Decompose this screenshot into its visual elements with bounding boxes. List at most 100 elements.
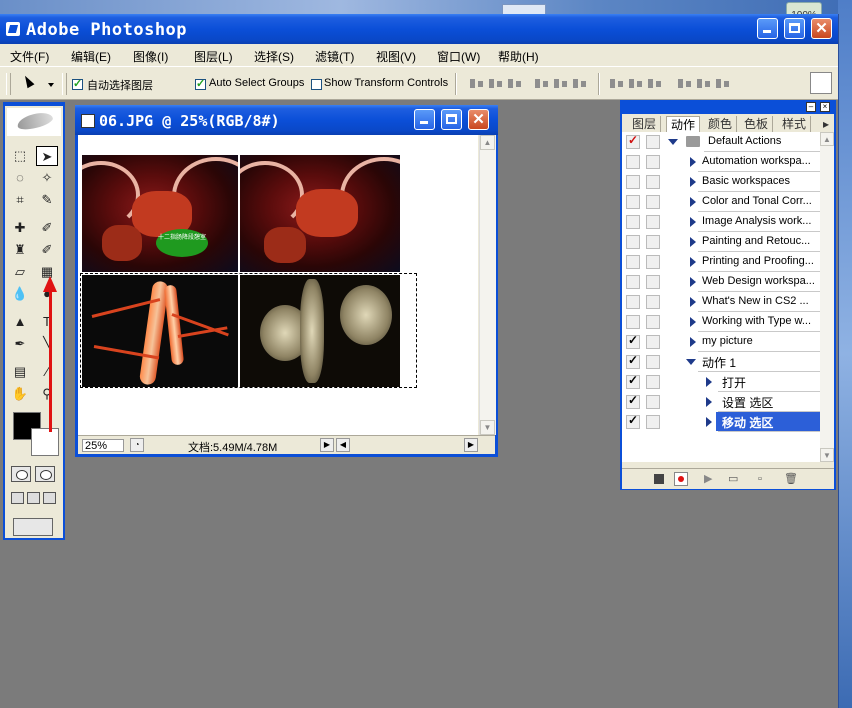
dialog-toggle-checkbox[interactable]	[646, 215, 660, 229]
action-row[interactable]: 打开	[622, 372, 820, 393]
doc-close-button[interactable]: ✕	[468, 109, 489, 130]
toolbox-header[interactable]	[7, 108, 61, 136]
expand-triangle-icon[interactable]	[690, 297, 696, 307]
scroll-down-button[interactable]: ▼	[480, 420, 495, 435]
eyedropper-tool[interactable]: ⁄	[36, 362, 58, 382]
align-top-icon[interactable]	[468, 77, 486, 91]
notes-tool[interactable]: ▤	[9, 362, 31, 382]
action-toggle-checkbox[interactable]	[626, 175, 640, 189]
document-canvas[interactable]: 十二指肠降段憩室	[78, 135, 478, 435]
play-icon[interactable]: ▶	[704, 472, 718, 486]
move-tool[interactable]: ➤	[36, 146, 58, 166]
eraser-tool[interactable]: ▱	[9, 262, 31, 282]
quick-mask-button[interactable]	[35, 466, 55, 482]
expand-triangle-icon[interactable]	[690, 197, 696, 207]
tab-swatches[interactable]: 色板	[740, 116, 774, 132]
action-row[interactable]: 移动 选区	[622, 412, 820, 433]
dialog-toggle-checkbox[interactable]	[646, 395, 660, 409]
doc-minimize-button[interactable]	[414, 109, 435, 130]
menu-filter[interactable]: 滤镜(T)	[315, 48, 354, 65]
expand-triangle-icon[interactable]	[690, 177, 696, 187]
scroll-right-button[interactable]: ▶	[464, 438, 478, 452]
menu-edit[interactable]: 编辑(E)	[71, 48, 111, 65]
action-row[interactable]: Printing and Proofing...	[622, 252, 820, 273]
action-toggle-checkbox[interactable]	[626, 295, 640, 309]
doc-maximize-button[interactable]	[441, 109, 462, 130]
standard-screen-button[interactable]	[11, 492, 24, 504]
tool-preset-picker[interactable]	[21, 73, 56, 93]
full-screen-button[interactable]	[43, 492, 56, 504]
pen-tool[interactable]: ✒	[9, 334, 31, 354]
maximize-button[interactable]	[784, 18, 805, 39]
expand-triangle-icon[interactable]	[706, 377, 712, 387]
action-toggle-checkbox[interactable]	[626, 195, 640, 209]
dialog-toggle-checkbox[interactable]	[646, 295, 660, 309]
distribute-right-icon[interactable]	[714, 77, 732, 91]
distribute-left-icon[interactable]	[676, 77, 694, 91]
menu-layer[interactable]: 图层(L)	[194, 48, 233, 65]
menu-image[interactable]: 图像(I)	[133, 48, 168, 65]
action-toggle-checkbox[interactable]	[626, 393, 640, 409]
action-toggle-checkbox[interactable]	[626, 353, 640, 369]
action-toggle-checkbox[interactable]	[626, 133, 640, 149]
action-row[interactable]: Default Actions	[622, 132, 820, 153]
action-row[interactable]: Working with Type w...	[622, 312, 820, 333]
expand-triangle-icon[interactable]	[706, 397, 712, 407]
action-toggle-checkbox[interactable]	[626, 315, 640, 329]
panel-vertical-scrollbar[interactable]: ▲ ▼	[820, 132, 834, 462]
action-row[interactable]: Automation workspa...	[622, 152, 820, 173]
menu-window[interactable]: 窗口(W)	[437, 48, 480, 65]
action-toggle-checkbox[interactable]	[626, 235, 640, 249]
document-vertical-scrollbar[interactable]: ▲ ▼	[479, 135, 496, 435]
distribute-hcenter-icon[interactable]	[695, 77, 713, 91]
options-grip[interactable]	[6, 73, 11, 95]
action-row[interactable]: Color and Tonal Corr...	[622, 192, 820, 213]
dialog-toggle-checkbox[interactable]	[646, 155, 660, 169]
expand-triangle-icon[interactable]	[690, 257, 696, 267]
distribute-top-icon[interactable]	[608, 77, 626, 91]
dialog-toggle-checkbox[interactable]	[646, 255, 660, 269]
line-tool[interactable]: ╲	[36, 334, 58, 354]
close-button[interactable]: ✕	[811, 18, 832, 39]
expand-triangle-icon[interactable]	[690, 157, 696, 167]
align-hcenter-icon[interactable]	[552, 77, 570, 91]
menu-help[interactable]: 帮助(H)	[498, 48, 539, 65]
auto-select-layer-checkbox[interactable]	[72, 77, 83, 90]
blur-tool[interactable]: 💧	[9, 284, 31, 304]
align-vcenter-icon[interactable]	[487, 77, 505, 91]
expand-triangle-icon[interactable]	[690, 337, 696, 347]
dialog-toggle-checkbox[interactable]	[646, 235, 660, 249]
action-row[interactable]: Image Analysis work...	[622, 212, 820, 233]
magic-wand-tool[interactable]: ✧	[36, 168, 58, 188]
full-screen-menu-button[interactable]	[27, 492, 40, 504]
status-menu-button[interactable]: ▶	[320, 438, 334, 452]
action-row[interactable]: Web Design workspa...	[622, 272, 820, 293]
distribute-vcenter-icon[interactable]	[627, 77, 645, 91]
action-toggle-checkbox[interactable]	[626, 413, 640, 429]
trash-icon[interactable]: 🗑	[784, 472, 798, 486]
menu-file[interactable]: 文件(F)	[10, 48, 49, 65]
history-brush-tool[interactable]: ✐	[36, 240, 58, 260]
dialog-toggle-checkbox[interactable]	[646, 315, 660, 329]
minimize-button[interactable]	[757, 18, 778, 39]
dialog-toggle-checkbox[interactable]	[646, 335, 660, 349]
jump-to-imageready-button[interactable]	[13, 518, 53, 536]
record-button[interactable]	[674, 472, 688, 486]
tab-color[interactable]: 颜色	[704, 116, 738, 132]
clone-stamp-tool[interactable]: ♜	[9, 240, 31, 260]
action-row[interactable]: Basic workspaces	[622, 172, 820, 193]
type-tool[interactable]: T	[36, 312, 58, 332]
zoom-field[interactable]: 25%	[82, 439, 124, 452]
zoom-tool[interactable]: ⚲	[36, 384, 58, 404]
align-right-icon[interactable]	[571, 77, 589, 91]
action-row[interactable]: 动作 1	[622, 352, 820, 373]
action-row[interactable]: 设置 选区	[622, 392, 820, 413]
healing-brush-tool[interactable]: ✚	[9, 218, 31, 238]
preview-icon[interactable]: ◔	[130, 438, 144, 452]
show-transform-checkbox[interactable]	[311, 79, 322, 90]
stop-icon[interactable]	[654, 474, 664, 484]
panel-menu-icon[interactable]: ▸	[819, 116, 833, 132]
palette-well-icon[interactable]	[810, 72, 832, 94]
action-toggle-checkbox[interactable]	[626, 275, 640, 289]
expand-triangle-icon[interactable]	[690, 217, 696, 227]
